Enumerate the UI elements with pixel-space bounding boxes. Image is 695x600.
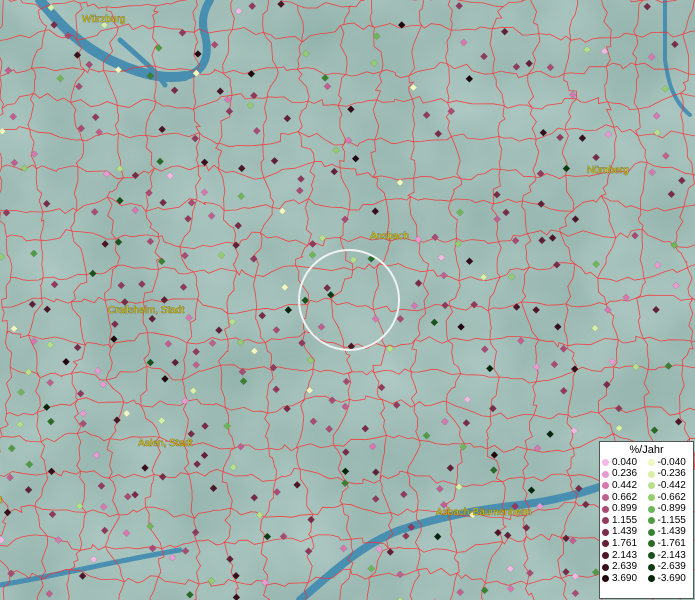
map-view[interactable]: Würzburg Nürnberg Ansbach Crailsheim, St… — [0, 0, 695, 600]
legend-value: -1.155 — [657, 514, 686, 526]
legend-row-negative: -3.690 — [647, 572, 694, 585]
city-label-aalen: Aalen, Stadt — [138, 438, 193, 449]
legend-swatch — [647, 459, 655, 467]
legend-row-negative: -0.236 — [647, 468, 694, 481]
legend-value: -0.899 — [657, 503, 686, 515]
legend-swatch — [602, 482, 609, 490]
legend-swatch — [602, 552, 609, 560]
legend-value: -0.662 — [657, 491, 686, 503]
legend-value: 0.662 — [612, 491, 638, 503]
legend-swatch — [647, 575, 655, 583]
legend-row-negative: -1.439 — [647, 526, 694, 539]
legend-row-positive: 0.040 — [602, 457, 648, 469]
legend-row-positive: 0.442 — [602, 480, 648, 492]
legend-row-positive: 0.899 — [602, 503, 648, 515]
legend-negative-column: -0.040 -0.236 -0.442 -0.662 -0.899 -1.155 -1.4… — [647, 456, 694, 585]
legend-row-negative: -0.899 — [647, 503, 694, 515]
legend-value: 1.155 — [612, 514, 638, 526]
legend-row-negative: -2.143 — [647, 549, 694, 562]
legend-value: 0.442 — [612, 479, 638, 491]
legend-row-positive: 3.690 — [602, 573, 648, 585]
legend-swatch — [602, 563, 609, 571]
city-label-wurzburg: Würzburg — [82, 14, 125, 25]
legend-swatch — [647, 505, 655, 513]
legend-value: -1.761 — [657, 537, 686, 549]
legend-row-positive: 2.639 — [602, 561, 648, 573]
legend-swatch — [602, 540, 609, 548]
legend-value: -1.439 — [657, 526, 686, 538]
city-label-asbach-baeumenheim: Asbach-Bäumenheim — [436, 507, 532, 518]
legend-swatch — [602, 528, 609, 536]
city-label-ansbach: Ansbach — [370, 231, 409, 242]
legend-swatch — [647, 540, 655, 548]
legend-row-negative: -0.040 — [647, 456, 694, 469]
legend-value: -0.040 — [657, 456, 686, 468]
legend-swatch — [602, 494, 609, 502]
legend-swatch — [647, 517, 655, 525]
legend-value: -2.639 — [657, 561, 686, 573]
legend-row-negative: -1.761 — [647, 537, 694, 550]
legend-swatch — [602, 517, 609, 525]
legend-value: 1.761 — [612, 537, 638, 549]
legend-swatch — [602, 459, 609, 467]
legend-positive-column: 0.040 0.236 0.442 0.662 0.899 1.155 1.439 1.761… — [602, 457, 648, 585]
legend-swatch — [602, 505, 609, 513]
legend-row-positive: 0.236 — [602, 469, 648, 481]
legend-swatch — [647, 482, 655, 490]
legend-value: 2.639 — [612, 561, 638, 573]
legend-row-negative: -0.662 — [647, 491, 694, 504]
legend-panel: %/Jahr 0.040 0.236 0.442 0.662 0.899 1.155 1.4… — [599, 441, 694, 599]
city-label-edge: lt — [0, 495, 2, 506]
legend-value: 0.899 — [612, 503, 638, 515]
legend-value: 2.143 — [612, 549, 638, 561]
legend-value: -3.690 — [657, 572, 686, 584]
legend-row-positive: 1.155 — [602, 515, 648, 527]
city-label-nurnberg: Nürnberg — [587, 165, 629, 176]
legend-swatch — [647, 528, 655, 536]
legend-value: 0.236 — [612, 468, 638, 480]
legend-row-negative: -2.639 — [647, 561, 694, 573]
legend-row-positive: 1.761 — [602, 538, 648, 550]
legend-row-negative: -0.442 — [647, 479, 694, 492]
legend-swatch — [647, 552, 655, 560]
legend-swatch — [602, 575, 609, 583]
legend-value: -0.236 — [657, 468, 686, 480]
legend-row-positive: 0.662 — [602, 492, 648, 504]
legend-swatch — [647, 470, 655, 478]
legend-value: 1.439 — [612, 526, 638, 538]
legend-title: %/Jahr — [629, 444, 664, 456]
legend-swatch — [602, 470, 609, 478]
legend-row-negative: -1.155 — [647, 514, 694, 527]
legend-row-positive: 2.143 — [602, 550, 648, 562]
legend-swatch — [647, 563, 655, 571]
legend-value: 0.040 — [612, 456, 638, 468]
legend-value: -0.442 — [657, 479, 686, 491]
legend-row-positive: 1.439 — [602, 527, 648, 539]
legend-swatch — [647, 494, 655, 502]
legend-value: -2.143 — [657, 549, 686, 561]
city-label-crailsheim: Crailsheim, Stadt — [108, 305, 184, 316]
legend-value: 3.690 — [612, 572, 638, 584]
